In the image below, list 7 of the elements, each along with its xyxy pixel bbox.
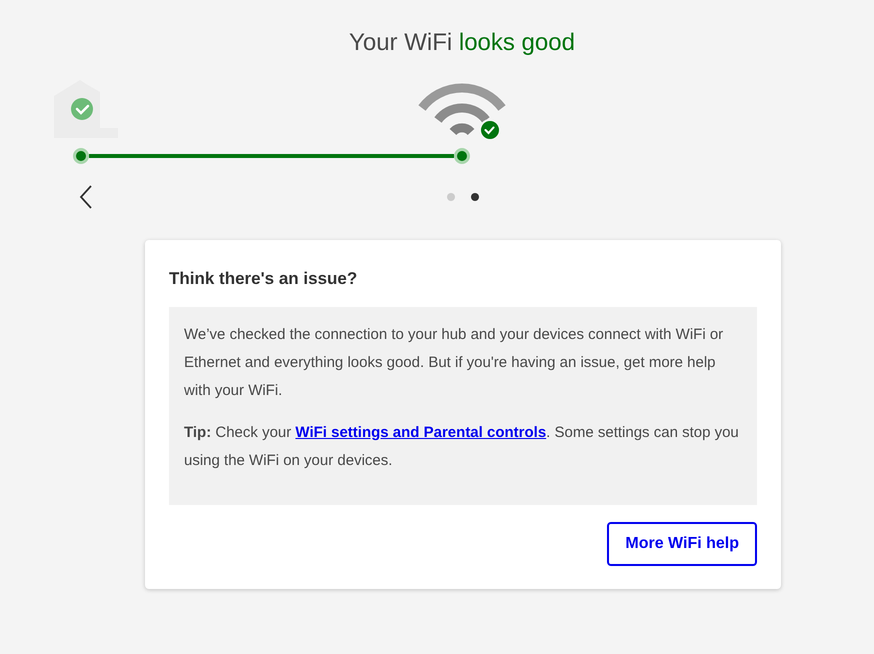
message-text: We’ve checked the connection to your hub and your devices connect with WiFi or Ethernet and everything looks good. But if you're having an issue, get more help with your WiFi. [184, 325, 724, 401]
card-title: Think there's an issue? [169, 268, 358, 290]
page-title: Your WiFi looks good [349, 28, 575, 58]
chevron-left-icon [79, 185, 93, 209]
tip-text: Tip: Check your WiFi settings and Parental controls. Some settings can stop you using the WiFi on your devices. [184, 423, 740, 471]
settings-link[interactable]: WiFi settings and Parental controls [295, 424, 546, 441]
more-help-button[interactable]: More WiFi help [607, 522, 757, 566]
